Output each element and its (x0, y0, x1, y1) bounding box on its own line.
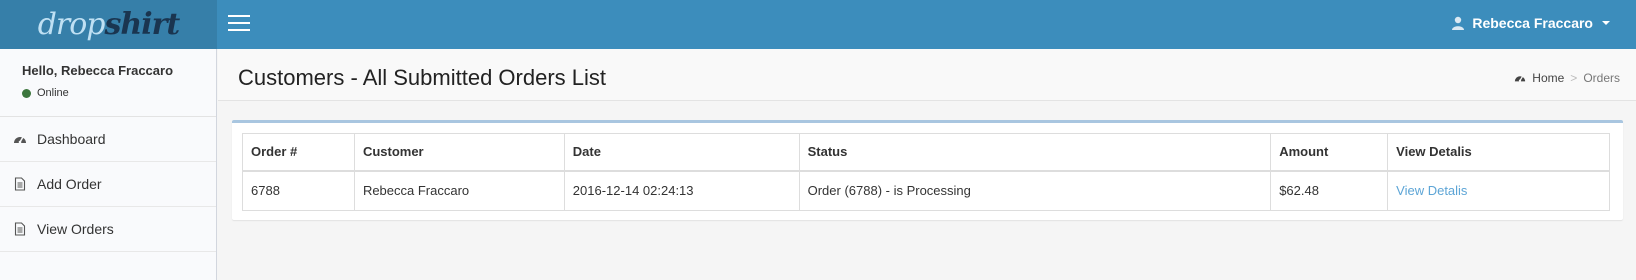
column-header-view-details: View Detalis (1387, 133, 1610, 172)
order-number-cell: 6788 (242, 170, 355, 211)
column-header-amount: Amount (1270, 133, 1389, 172)
hamburger-line (228, 29, 250, 31)
breadcrumb-home-link[interactable]: Home (1514, 71, 1564, 85)
sidebar-item-add-order[interactable]: Add Order (0, 162, 216, 207)
user-panel: Hello, Rebecca Fraccaro Online (0, 49, 216, 117)
user-name: Rebecca Fraccaro (1472, 15, 1593, 31)
sidebar-item-view-orders[interactable]: View Orders (0, 207, 216, 252)
logo-text-drop: drop (37, 7, 106, 42)
sidebar-item-label: Add Order (37, 176, 102, 192)
user-status: Online (22, 87, 194, 99)
user-icon (1452, 16, 1465, 30)
sidebar-toggle-button[interactable] (228, 15, 250, 33)
orders-table: Order # Customer Date Status Amount View… (242, 133, 1610, 211)
dashboard-icon (1515, 75, 1526, 82)
page-title: Customers - All Submitted Orders List (238, 65, 607, 90)
top-navbar: dropshirt Rebecca Fraccaro (0, 0, 1636, 49)
sidebar-item-label: Dashboard (37, 131, 106, 147)
online-status-icon (22, 88, 31, 98)
logo-text-shirt: shirt (104, 7, 181, 42)
customer-cell: Rebecca Fraccaro (353, 170, 565, 211)
column-header-order-number: Order # (242, 133, 355, 172)
caret-down-icon (1602, 21, 1610, 25)
date-cell: 2016-12-14 02:24:13 (563, 170, 800, 211)
hamburger-line (228, 22, 250, 24)
column-header-status: Status (798, 133, 1272, 172)
user-menu-dropdown[interactable]: Rebecca Fraccaro (1451, 15, 1610, 31)
status-cell: Order (6788) - is Processing (798, 170, 1272, 211)
hamburger-line (228, 15, 250, 17)
breadcrumb: Home > Orders (1514, 71, 1620, 85)
column-header-customer: Customer (353, 133, 565, 172)
table-header-row: Order # Customer Date Status Amount View… (242, 133, 1610, 172)
user-status-label: Online (37, 87, 69, 99)
dashboard-icon (14, 136, 26, 144)
document-icon (14, 177, 26, 191)
amount-cell: $62.48 (1270, 170, 1389, 211)
user-greeting: Hello, Rebecca Fraccaro (22, 63, 174, 78)
sidebar: Hello, Rebecca Fraccaro Online Dashboard… (0, 49, 217, 280)
view-details-cell: View Detalis (1387, 170, 1610, 211)
document-icon (14, 222, 26, 236)
sidebar-item-dashboard[interactable]: Dashboard (0, 117, 216, 162)
breadcrumb-current: Orders (1583, 71, 1620, 85)
view-details-link[interactable]: View Detalis (1396, 183, 1467, 198)
sidebar-item-label: View Orders (37, 221, 114, 237)
content-header: Customers - All Submitted Orders List Ho… (218, 49, 1636, 101)
table-row: 6788 Rebecca Fraccaro 2016-12-14 02:24:1… (242, 170, 1610, 211)
breadcrumb-home-label: Home (1532, 71, 1565, 85)
column-header-date: Date (563, 133, 800, 172)
orders-box: Order # Customer Date Status Amount View… (232, 120, 1623, 220)
breadcrumb-separator-icon: > (1570, 71, 1578, 85)
brand-logo[interactable]: dropshirt (0, 0, 217, 49)
